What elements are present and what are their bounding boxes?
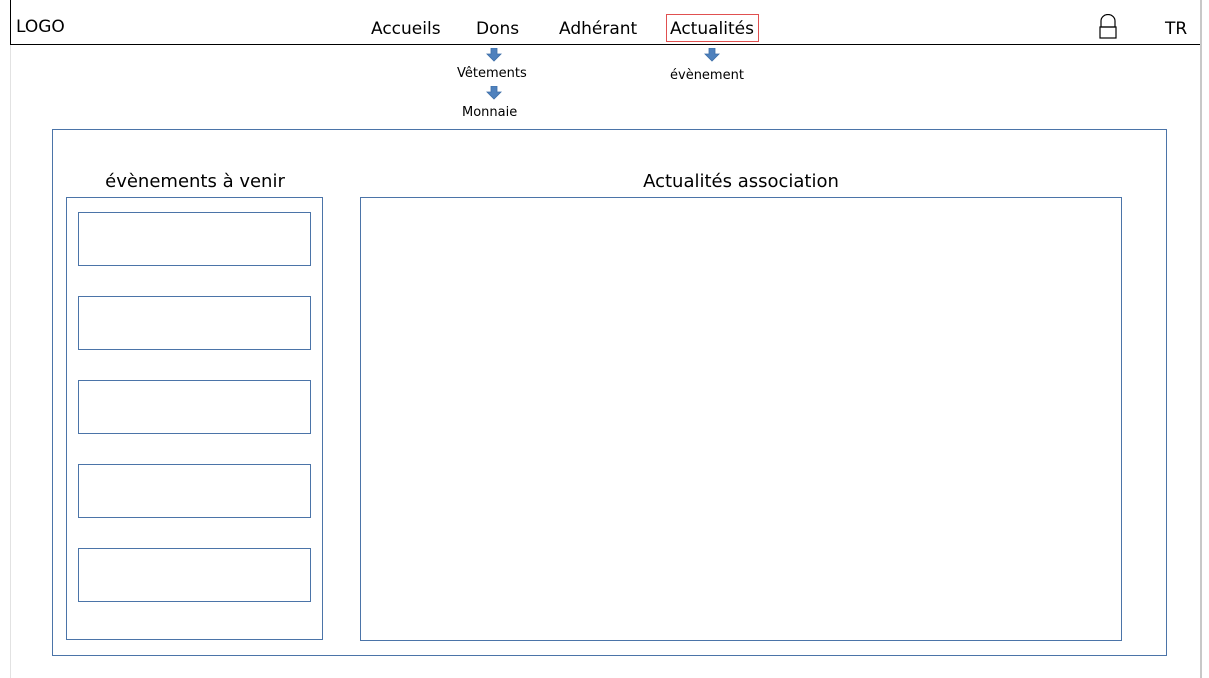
news-section-title: Actualités association (643, 171, 839, 192)
header-bottom-border (10, 44, 1200, 45)
language-toggle[interactable]: TR (1165, 19, 1187, 39)
events-section-title: évènements à venir (105, 171, 285, 192)
association-news-panel (360, 197, 1122, 641)
event-card[interactable] (78, 548, 311, 602)
event-card[interactable] (78, 464, 311, 518)
header-left-border (10, 0, 11, 45)
page-right-border (1200, 0, 1202, 678)
submenu-evenement[interactable]: évènement (670, 68, 744, 83)
event-card[interactable] (78, 296, 311, 350)
logo[interactable]: LOGO (16, 17, 65, 37)
nav-dons[interactable]: Dons (476, 19, 519, 39)
submenu-vetements[interactable]: Vêtements (457, 66, 527, 81)
arrow-down-icon (486, 86, 502, 100)
submenu-monnaie[interactable]: Monnaie (462, 105, 517, 120)
arrow-down-icon (486, 48, 502, 62)
nav-adherant[interactable]: Adhérant (559, 19, 637, 39)
nav-accueils[interactable]: Accueils (371, 19, 441, 39)
arrow-down-icon (704, 48, 720, 62)
event-card[interactable] (78, 380, 311, 434)
event-card[interactable] (78, 212, 311, 266)
nav-actualites[interactable]: Actualités (666, 14, 759, 42)
page-left-border (10, 45, 11, 678)
user-icon[interactable] (1097, 14, 1119, 40)
